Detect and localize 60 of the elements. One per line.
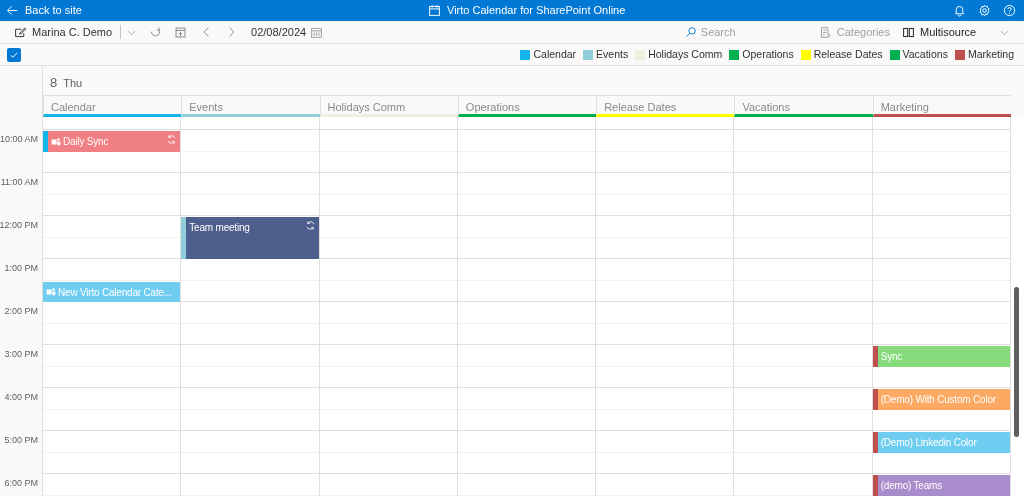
search-field[interactable]: Search — [700, 23, 781, 41]
categories-button[interactable]: Categories — [818, 23, 890, 41]
refresh-icon[interactable] — [149, 25, 163, 39]
event-block[interactable]: (Demo) With Custom Color — [872, 389, 1010, 410]
legend-label: Holidays Comm — [648, 46, 723, 62]
user-button[interactable]: Marina C. Demo — [14, 23, 121, 41]
event-title: (demo) Teams — [880, 479, 942, 493]
column-header: Vacations — [734, 96, 873, 117]
time-label: 12:00 PM — [0, 219, 38, 232]
time-label: 6:00 PM — [4, 477, 38, 490]
column-header: Calendar — [43, 96, 182, 117]
edit-icon — [14, 25, 27, 39]
app-title: Virto Calendar for SharePoint Online — [447, 3, 626, 19]
weekday-label: Thu — [63, 75, 83, 91]
legend-label: Release Dates — [813, 46, 883, 62]
time-label: 2:00 PM — [4, 305, 38, 318]
back-link[interactable]: Back to site — [6, 2, 82, 19]
day-number: 8 — [50, 73, 58, 92]
event-title: Sync — [880, 350, 903, 364]
event-title: Daily Sync — [63, 135, 109, 149]
select-all-checkbox[interactable] — [7, 47, 21, 62]
event-title: New Virto Calendar Cate... — [58, 285, 172, 300]
column-header: Operations — [457, 96, 597, 117]
legend-label: Marketing — [967, 46, 1014, 62]
column-header: Events — [181, 96, 320, 117]
time-label: 1:00 PM — [4, 262, 38, 275]
legend-label: Calendar — [533, 46, 577, 62]
today-icon[interactable] — [174, 25, 188, 39]
time-label: 11:00 AM — [0, 176, 38, 189]
event-block[interactable]: (demo) Teams — [872, 475, 1010, 496]
column-header: Marketing — [872, 96, 1011, 117]
event-block[interactable]: Team meeting — [181, 217, 319, 259]
legend-label: Operations — [742, 46, 794, 62]
column-header: Release Dates — [596, 96, 735, 117]
time-label: 4:00 PM — [4, 391, 38, 404]
time-label: 10:00 AM — [0, 133, 38, 146]
date-text: 02/08/2024 — [251, 24, 307, 40]
view-dropdown[interactable]: Multisource — [902, 23, 1010, 41]
time-label: 5:00 PM — [4, 434, 38, 447]
help-icon[interactable] — [1003, 4, 1016, 17]
list-icon — [818, 25, 832, 39]
time-label: 3:00 PM — [4, 348, 38, 361]
column-header: Holidays Comm — [319, 96, 458, 117]
event-block[interactable]: Daily Sync — [43, 131, 181, 152]
scrollbar-thumb[interactable] — [1014, 287, 1019, 437]
event-block[interactable]: (Demo) Linkedin Color — [872, 432, 1010, 453]
legend-label: Events — [596, 46, 629, 62]
event-block[interactable]: Sync — [872, 346, 1010, 367]
settings-icon[interactable] — [978, 4, 991, 17]
event-block[interactable]: New Virto Calendar Cate... — [43, 281, 181, 302]
back-arrow-icon — [6, 4, 19, 17]
columns-icon — [902, 25, 915, 39]
search-icon — [684, 26, 697, 38]
event-title: (Demo) With Custom Color — [880, 393, 996, 407]
calendar-icon — [428, 4, 441, 17]
legend-label: Vacations — [902, 46, 948, 62]
bell-icon[interactable] — [953, 4, 966, 17]
event-title: (Demo) Linkedin Color — [880, 436, 977, 450]
event-title: Team meeting — [189, 221, 250, 235]
date-picker-icon[interactable] — [310, 25, 324, 39]
